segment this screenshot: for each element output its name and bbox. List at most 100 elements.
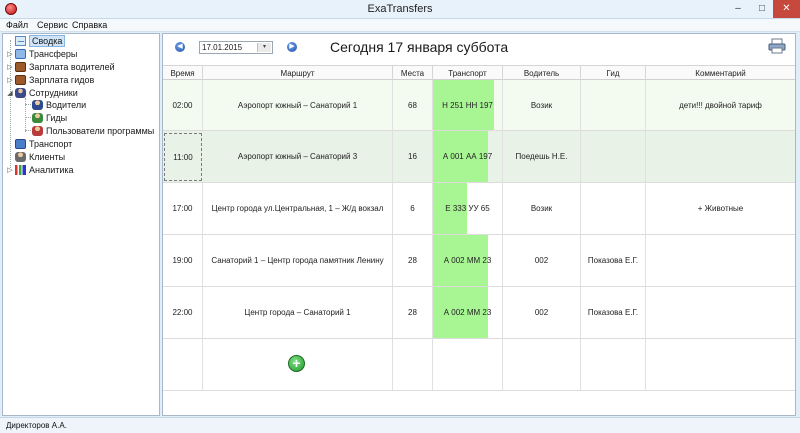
sidebar-item-label: Трансферы [29, 49, 78, 59]
expand-arrow-icon[interactable]: ▷ [6, 50, 14, 58]
column-header-guide[interactable]: Гид [581, 66, 646, 81]
seats-cell[interactable]: 68 [393, 80, 433, 130]
guide-cell[interactable]: Показова Е.Г. [581, 235, 646, 286]
sidebar-item-label: Сотрудники [29, 88, 78, 98]
driver-cell[interactable]: Возик [503, 183, 581, 234]
menu-file[interactable]: Файл [6, 20, 28, 30]
driver-cell[interactable]: Поедешь Н.Е. [503, 131, 581, 182]
prev-day-button[interactable]: ◀ [175, 42, 185, 52]
time-cell[interactable]: 22:00 [163, 287, 203, 338]
title-bar: ExaTransfers – □ ✕ [0, 0, 800, 19]
column-header-seats[interactable]: Места [393, 66, 433, 81]
summary-icon [15, 36, 26, 46]
sidebar-item-guides[interactable]: Гиды [31, 112, 67, 124]
sidebar-item-transfers[interactable]: ▷ Трансферы [6, 48, 77, 60]
sidebar-item-summary[interactable]: Сводка [6, 35, 66, 47]
comment-cell[interactable]: дети!!! двойной тариф [646, 80, 795, 130]
close-button[interactable]: ✕ [773, 0, 800, 18]
table-row[interactable]: 19:00 Санаторий 1 – Центр города памятни… [163, 235, 795, 287]
route-cell[interactable]: Центр города – Санаторий 1 [203, 287, 393, 338]
column-header-comment[interactable]: Комментарий [646, 66, 795, 81]
date-picker[interactable]: 17.01.2015 ▾ [199, 41, 273, 54]
column-header-driver[interactable]: Водитель [503, 66, 581, 81]
comment-cell[interactable]: + Животные [646, 183, 795, 234]
expand-arrow-icon[interactable]: ▷ [6, 76, 14, 84]
guide-cell[interactable] [581, 183, 646, 234]
driver-cell[interactable]: 002 [503, 287, 581, 338]
seats-cell[interactable]: 6 [393, 183, 433, 234]
seats-cell[interactable]: 28 [393, 235, 433, 286]
time-cell[interactable]: 11:00 [164, 133, 202, 181]
next-day-button[interactable]: ▶ [287, 42, 297, 52]
transport-cell[interactable]: А 002 ММ 23 [433, 287, 503, 338]
menu-bar: Файл Сервис Справка [0, 19, 800, 32]
comment-cell[interactable] [646, 287, 795, 338]
sidebar-item-driver-salary[interactable]: ▷ Зарплата водителей [6, 61, 115, 73]
transfer-icon [15, 49, 26, 59]
add-transfer-button[interactable]: + [288, 355, 305, 372]
comment-cell[interactable] [646, 131, 795, 182]
seats-cell[interactable]: 28 [393, 287, 433, 338]
menu-help[interactable]: Справка [72, 20, 107, 30]
sidebar-item-program-users[interactable]: Пользователи программы [31, 125, 154, 137]
sidebar-item-guide-salary[interactable]: ▷ Зарплата гидов [6, 74, 94, 86]
sidebar-item-label: Сводка [29, 35, 66, 47]
menu-service[interactable]: Сервис [37, 20, 68, 30]
guide-cell[interactable]: Показова Е.Г. [581, 287, 646, 338]
new-row[interactable]: + [163, 339, 795, 391]
driver-cell[interactable]: Возик [503, 80, 581, 130]
summary-panel: ◀ 17.01.2015 ▾ ▶ Сегодня 17 января суббо… [162, 33, 796, 416]
sidebar-item-analytics[interactable]: ▷ Аналитика [6, 164, 74, 176]
expand-arrow-icon[interactable]: ▷ [6, 63, 14, 71]
driver-icon [32, 100, 43, 110]
sidebar-item-employees[interactable]: ◢ Сотрудники [6, 87, 78, 99]
expand-arrow-icon[interactable]: ▷ [6, 166, 14, 174]
guide-cell[interactable] [581, 131, 646, 182]
comment-cell[interactable] [646, 235, 795, 286]
driver-cell[interactable]: 002 [503, 235, 581, 286]
time-cell[interactable]: 19:00 [163, 235, 203, 286]
maximize-button[interactable]: □ [749, 0, 775, 18]
sidebar-item-transport[interactable]: Транспорт [6, 138, 72, 150]
transport-cell[interactable]: Н 251 НН 197 [433, 80, 503, 130]
sidebar-item-label: Транспорт [29, 139, 73, 149]
seats-cell[interactable]: 16 [393, 131, 433, 182]
transport-cell[interactable]: А 001 АА 197 [433, 131, 503, 182]
sidebar-item-label: Водители [46, 100, 87, 110]
page-title: Сегодня 17 января суббота [330, 39, 509, 55]
transport-cell[interactable]: А 002 ММ 23 [433, 235, 503, 286]
transport-cell[interactable]: Е 333 УУ 65 [433, 183, 503, 234]
current-user: Директоров А.А. [6, 421, 67, 430]
table-row[interactable]: 02:00 Аэропорт южный – Санаторий 1 68 Н … [163, 80, 795, 131]
date-value: 17.01.2015 [202, 43, 243, 52]
navigation-tree: Сводка ▷ Трансферы ▷ Зарплата водителей … [2, 33, 160, 416]
table-row[interactable]: 17:00 Центр города ул.Центральная, 1 – Ж… [163, 183, 795, 235]
column-header-route[interactable]: Маршрут [203, 66, 393, 81]
guide-cell[interactable] [581, 80, 646, 130]
sidebar-item-clients[interactable]: Клиенты [6, 151, 65, 163]
table-row[interactable]: 22:00 Центр города – Санаторий 1 28 А 00… [163, 287, 795, 339]
route-cell[interactable]: Аэропорт южный – Санаторий 3 [203, 131, 393, 182]
time-cell[interactable]: 02:00 [163, 80, 203, 130]
wallet-icon [15, 62, 26, 72]
route-cell[interactable]: Санаторий 1 – Центр города памятник Лени… [203, 235, 393, 286]
people-icon [15, 88, 26, 98]
printer-icon[interactable] [768, 38, 786, 54]
transport-number: А 002 ММ 23 [443, 256, 492, 265]
route-cell[interactable]: Аэропорт южный – Санаторий 1 [203, 80, 393, 130]
column-header-transport[interactable]: Транспорт [433, 66, 503, 81]
collapse-arrow-icon[interactable]: ◢ [6, 89, 14, 97]
sidebar-item-drivers[interactable]: Водители [31, 99, 86, 111]
minimize-button[interactable]: – [725, 0, 751, 18]
sidebar-item-label: Клиенты [29, 152, 66, 162]
table-row[interactable]: 11:00 Аэропорт южный – Санаторий 3 16 А … [163, 131, 795, 183]
sidebar-item-label: Аналитика [29, 165, 74, 175]
time-cell[interactable]: 17:00 [163, 183, 203, 234]
route-cell[interactable]: Центр города ул.Центральная, 1 – Ж/д вок… [203, 183, 393, 234]
transport-number: Е 333 УУ 65 [445, 204, 490, 213]
transport-number: А 002 ММ 23 [443, 308, 492, 317]
sidebar-item-label: Зарплата водителей [29, 62, 115, 72]
dropdown-arrow-icon[interactable]: ▾ [257, 43, 271, 52]
chart-icon [15, 165, 26, 175]
column-header-time[interactable]: Время [163, 66, 203, 81]
